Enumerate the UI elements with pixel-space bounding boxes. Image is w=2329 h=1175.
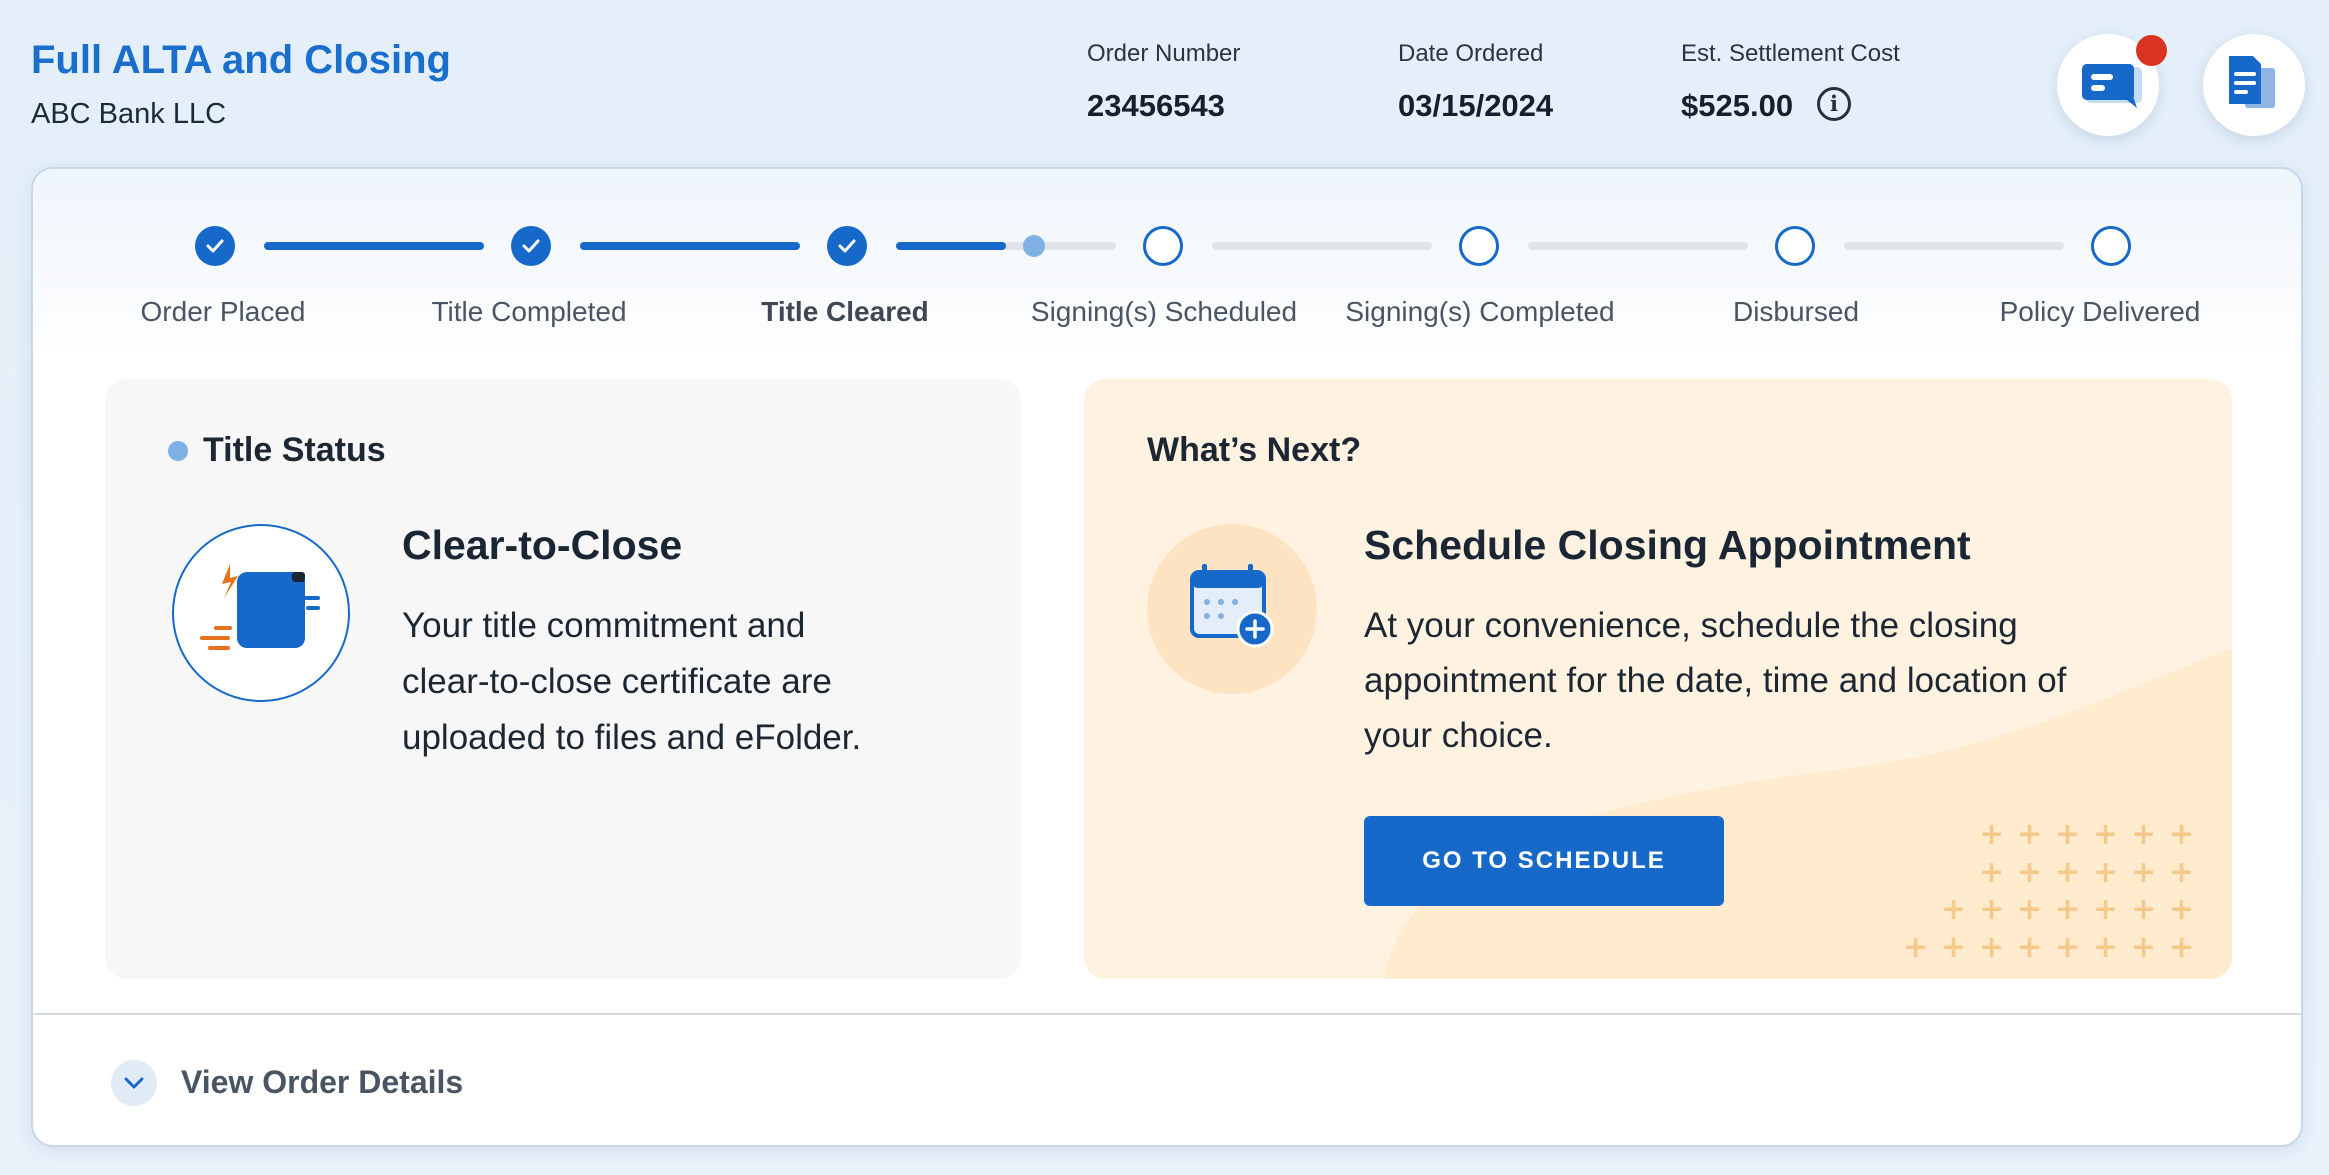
svg-text:+: + bbox=[2055, 930, 2080, 965]
svg-text:+: + bbox=[2055, 892, 2080, 927]
step-disbursed bbox=[1775, 226, 1815, 266]
notification-badge bbox=[2136, 35, 2167, 66]
svg-text:+: + bbox=[2093, 817, 2118, 852]
whats-next-panel: + + + + + + + + + + + + + + + + + + + + + + + + + + + What’s Ne… bbox=[1084, 379, 2232, 979]
whats-next-line-1: At your convenience, schedule the closin… bbox=[1364, 606, 2018, 645]
step-title-cleared bbox=[827, 226, 867, 266]
svg-text:+: + bbox=[2169, 930, 2194, 965]
card-divider bbox=[33, 1013, 2301, 1015]
settlement-cost-label: Est. Settlement Cost bbox=[1681, 40, 1900, 67]
svg-text:+: + bbox=[2131, 892, 2156, 927]
progress-track-6 bbox=[1844, 242, 2064, 250]
lender-name: ABC Bank LLC bbox=[31, 98, 227, 130]
step-label-signing-scheduled: Signing(s) Scheduled bbox=[1030, 296, 1298, 327]
svg-text:+: + bbox=[2131, 855, 2156, 890]
step-label-signing-completed: Signing(s) Completed bbox=[1345, 296, 1615, 327]
svg-text:+: + bbox=[1979, 817, 2004, 852]
title-status-line-1: Your title commitment and bbox=[402, 606, 806, 645]
svg-text:+: + bbox=[1979, 892, 2004, 927]
step-label-title-completed: Title Completed bbox=[431, 296, 627, 327]
svg-text:+: + bbox=[2017, 930, 2042, 965]
svg-text:+: + bbox=[2017, 817, 2042, 852]
title-status-line-3: uploaded to files and eFolder. bbox=[402, 718, 862, 757]
svg-text:+: + bbox=[1941, 930, 1966, 965]
order-card: Order Placed Title Completed Title Clear… bbox=[31, 167, 2303, 1147]
calendar-illustration bbox=[1147, 524, 1317, 694]
order-number-label: Order Number bbox=[1087, 40, 1241, 67]
whats-next-line-2: appointment for the date, time and locat… bbox=[1364, 661, 2067, 700]
check-icon bbox=[522, 239, 540, 253]
svg-text:+: + bbox=[1903, 930, 1928, 965]
title-status-title: Clear-to-Close bbox=[402, 522, 683, 568]
date-ordered-value: 03/15/2024 bbox=[1398, 88, 1554, 123]
svg-text:+: + bbox=[2131, 817, 2156, 852]
step-policy-delivered bbox=[2091, 226, 2131, 266]
status-dot bbox=[168, 441, 188, 461]
order-number-value: 23456543 bbox=[1087, 88, 1225, 123]
whats-next-title: Schedule Closing Appointment bbox=[1364, 522, 1971, 568]
step-label-policy-delivered: Policy Delivered bbox=[1999, 296, 2201, 327]
svg-text:+: + bbox=[1979, 855, 2004, 890]
whats-next-heading: What’s Next? bbox=[1147, 431, 1362, 469]
step-label-title-cleared: Title Cleared bbox=[761, 296, 929, 327]
progress-track-5 bbox=[1528, 242, 1748, 250]
svg-text:+: + bbox=[2169, 817, 2194, 852]
svg-text:+: + bbox=[2169, 892, 2194, 927]
progress-track-1 bbox=[264, 242, 484, 250]
chevron-down-icon[interactable] bbox=[111, 1060, 157, 1106]
calendar-add-icon bbox=[1190, 564, 1274, 648]
title-status-heading: Title Status bbox=[203, 431, 386, 469]
document-fast-icon bbox=[200, 564, 320, 650]
svg-text:+: + bbox=[2017, 892, 2042, 927]
step-signing-completed bbox=[1459, 226, 1499, 266]
progress-track-2 bbox=[580, 242, 800, 250]
svg-text:+: + bbox=[2093, 855, 2118, 890]
step-signing-scheduled bbox=[1143, 226, 1183, 266]
documents-button[interactable] bbox=[2203, 34, 2305, 136]
step-label-disbursed: Disbursed bbox=[1732, 296, 1860, 327]
view-order-details-label[interactable]: View Order Details bbox=[181, 1064, 463, 1101]
title-status-line-2: clear-to-close certificate are bbox=[402, 662, 832, 701]
progress-knob bbox=[1023, 235, 1045, 257]
svg-text:+: + bbox=[2131, 930, 2156, 965]
svg-text:+: + bbox=[2169, 855, 2194, 890]
svg-text:+: + bbox=[2093, 930, 2118, 965]
date-ordered-label: Date Ordered bbox=[1398, 40, 1544, 67]
svg-text:+: + bbox=[2055, 817, 2080, 852]
progress-track-4 bbox=[1212, 242, 1432, 250]
title-status-illustration bbox=[172, 524, 350, 702]
svg-text:+: + bbox=[2093, 892, 2118, 927]
title-status-panel: Title Status Clear-to-Close Your title c… bbox=[105, 379, 1021, 979]
step-order-placed bbox=[195, 226, 235, 266]
info-icon[interactable]: i bbox=[1817, 87, 1851, 121]
whats-next-line-3: your choice. bbox=[1364, 716, 1553, 755]
check-icon bbox=[206, 239, 224, 253]
step-title-completed bbox=[511, 226, 551, 266]
step-label-order-placed: Order Placed bbox=[140, 296, 306, 327]
go-to-schedule-button[interactable]: GO TO SCHEDULE bbox=[1364, 816, 1724, 906]
svg-text:+: + bbox=[2017, 855, 2042, 890]
svg-text:+: + bbox=[1941, 892, 1966, 927]
svg-text:+: + bbox=[2055, 855, 2080, 890]
documents-icon bbox=[2229, 56, 2275, 108]
progress-track-3-fill bbox=[896, 242, 1006, 250]
check-icon bbox=[838, 239, 856, 253]
svg-text:+: + bbox=[1979, 930, 2004, 965]
settlement-cost-value: $525.00 bbox=[1681, 88, 1794, 123]
order-title: Full ALTA and Closing bbox=[31, 38, 451, 82]
